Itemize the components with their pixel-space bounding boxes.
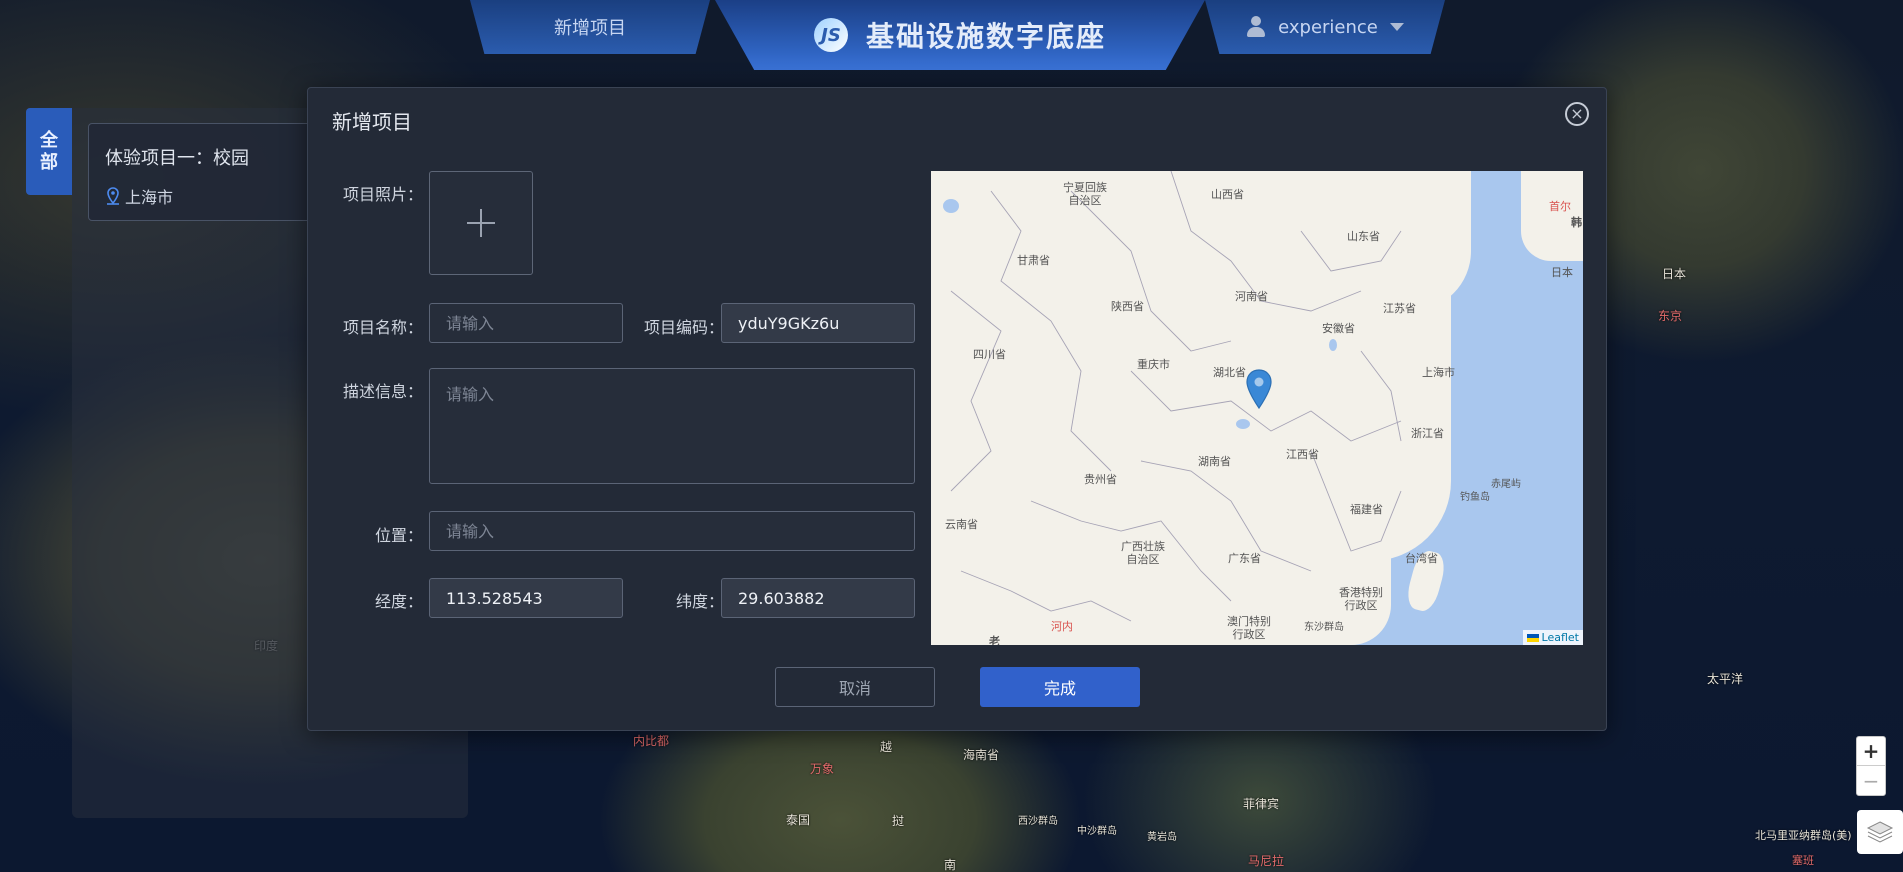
- photo-label: 项目照片：: [342, 185, 423, 204]
- zoom-in-button[interactable]: +: [1857, 737, 1885, 766]
- photo-upload-button[interactable]: [429, 171, 533, 275]
- map-label: 福建省: [1350, 503, 1383, 516]
- bg-label: 西沙群岛: [1018, 816, 1058, 827]
- layers-button[interactable]: [1857, 810, 1903, 854]
- location-label: 位置：: [374, 526, 423, 545]
- map-label: 安徽省: [1322, 322, 1355, 335]
- project-name-input[interactable]: [429, 303, 623, 343]
- user-name: experience: [1278, 16, 1378, 38]
- map-label: 山西省: [1211, 188, 1244, 201]
- map-label: 广西壮族 自治区: [1121, 540, 1165, 566]
- map-label: 重庆市: [1137, 358, 1170, 371]
- location-input[interactable]: [429, 511, 915, 551]
- map-label: 江西省: [1286, 448, 1319, 461]
- bg-label: 黄岩岛: [1147, 832, 1177, 843]
- map-label: 河南省: [1235, 290, 1268, 303]
- zoom-control: + −: [1856, 736, 1886, 796]
- project-card-location: 上海市: [105, 184, 311, 208]
- bg-label: 马尼拉: [1248, 854, 1285, 868]
- brand-logo: JS: [813, 18, 848, 52]
- bg-label: 越: [880, 740, 893, 754]
- top-navigation: 新增项目 JS 基础设施数字底座 experience: [0, 0, 1903, 72]
- map-label: 老: [989, 635, 1000, 645]
- plus-icon: [467, 209, 495, 237]
- location-picker-map[interactable]: 宁夏回族 自治区 山西省 山东省 甘肃省 河南省 江苏省 陕西省 安徽省 四川省 …: [931, 171, 1583, 645]
- map-label: 韩: [1571, 216, 1582, 229]
- map-label: 山东省: [1347, 230, 1380, 243]
- map-label: 台湾省: [1405, 552, 1438, 565]
- bg-label: 泰国: [786, 813, 811, 827]
- map-label: 上海市: [1422, 366, 1455, 379]
- map-label: 日本: [1551, 266, 1573, 279]
- attribution-text: Leaflet: [1541, 631, 1579, 644]
- cancel-button[interactable]: 取消: [775, 667, 935, 707]
- project-code-input[interactable]: [721, 303, 915, 343]
- map-label: 江苏省: [1383, 302, 1416, 315]
- map-label: 赤尾屿: [1491, 479, 1521, 490]
- map-label: 东沙群岛: [1304, 622, 1344, 633]
- map-label: 贵州省: [1084, 473, 1117, 486]
- map-label: 湖北省: [1213, 366, 1246, 379]
- bg-label: 日本: [1662, 267, 1687, 281]
- zoom-out-button[interactable]: −: [1857, 766, 1885, 795]
- map-label: 四川省: [973, 348, 1006, 361]
- bg-label: 海南省: [963, 748, 1000, 762]
- map-label: 澳门特别 行政区: [1227, 615, 1271, 641]
- map-city-label: 首尔: [1549, 200, 1571, 213]
- longitude-input[interactable]: [429, 578, 623, 618]
- add-project-dialog: 新增项目 × 项目照片： 项目名称： 项目编码： 描述信息： 位置： 经度： 纬…: [307, 87, 1607, 731]
- project-card[interactable]: 体验项目一：校园 上海市: [88, 123, 328, 221]
- code-label: 项目编码：: [643, 318, 724, 337]
- longitude-label: 经度：: [374, 592, 423, 611]
- bg-label: 菲律宾: [1243, 797, 1280, 811]
- map-label: 广东省: [1228, 552, 1261, 565]
- project-card-location-text: 上海市: [125, 188, 174, 207]
- filter-tab-label: 全部: [40, 129, 58, 173]
- map-label: 陕西省: [1111, 300, 1144, 313]
- bg-label: 中沙群岛: [1077, 826, 1117, 837]
- layers-icon: [1866, 821, 1894, 843]
- user-icon: [1246, 16, 1266, 38]
- map-marker-icon[interactable]: [1245, 369, 1273, 409]
- bg-label: 太平洋: [1707, 672, 1744, 686]
- filter-tab-all[interactable]: 全部: [26, 108, 72, 195]
- bg-label: 北马里亚纳群岛(美): [1755, 829, 1852, 842]
- map-label: 云南省: [945, 518, 978, 531]
- brand-title: 基础设施数字底座: [865, 20, 1106, 53]
- map-label: 钓鱼岛: [1460, 492, 1490, 503]
- project-card-title: 体验项目一：校园: [105, 148, 249, 169]
- brand-header: JS 基础设施数字底座: [715, 0, 1205, 70]
- confirm-button[interactable]: 完成: [980, 667, 1140, 707]
- map-label: 甘肃省: [1017, 254, 1050, 267]
- map-label: 浙江省: [1411, 427, 1444, 440]
- map-label: 香港特别 行政区: [1339, 586, 1383, 612]
- user-menu[interactable]: experience: [1205, 0, 1445, 54]
- chevron-down-icon: [1389, 23, 1404, 31]
- map-city-label: 河内: [1051, 620, 1073, 633]
- latitude-label: 纬度：: [675, 592, 724, 611]
- location-pin-icon: [107, 187, 119, 205]
- description-textarea[interactable]: [429, 368, 915, 484]
- name-label: 项目名称：: [342, 318, 423, 337]
- bg-label: 内比都: [633, 734, 670, 748]
- ukraine-flag-icon: [1526, 633, 1539, 642]
- desc-label: 描述信息：: [342, 382, 423, 401]
- map-label: 湖南省: [1198, 455, 1231, 468]
- bg-label: 南: [944, 858, 957, 872]
- close-icon[interactable]: ×: [1565, 102, 1589, 126]
- nav-add-project-tab[interactable]: 新增项目: [470, 0, 710, 54]
- bg-label: 塞班: [1792, 854, 1814, 867]
- map-label: 宁夏回族 自治区: [1063, 181, 1107, 207]
- leaflet-attribution-link[interactable]: Leaflet: [1522, 630, 1583, 645]
- bg-label: 挝: [892, 814, 905, 828]
- dialog-title: 新增项目: [332, 110, 412, 134]
- bg-label: 万象: [810, 762, 835, 776]
- latitude-input[interactable]: [721, 578, 915, 618]
- bg-label: 东京: [1658, 309, 1683, 323]
